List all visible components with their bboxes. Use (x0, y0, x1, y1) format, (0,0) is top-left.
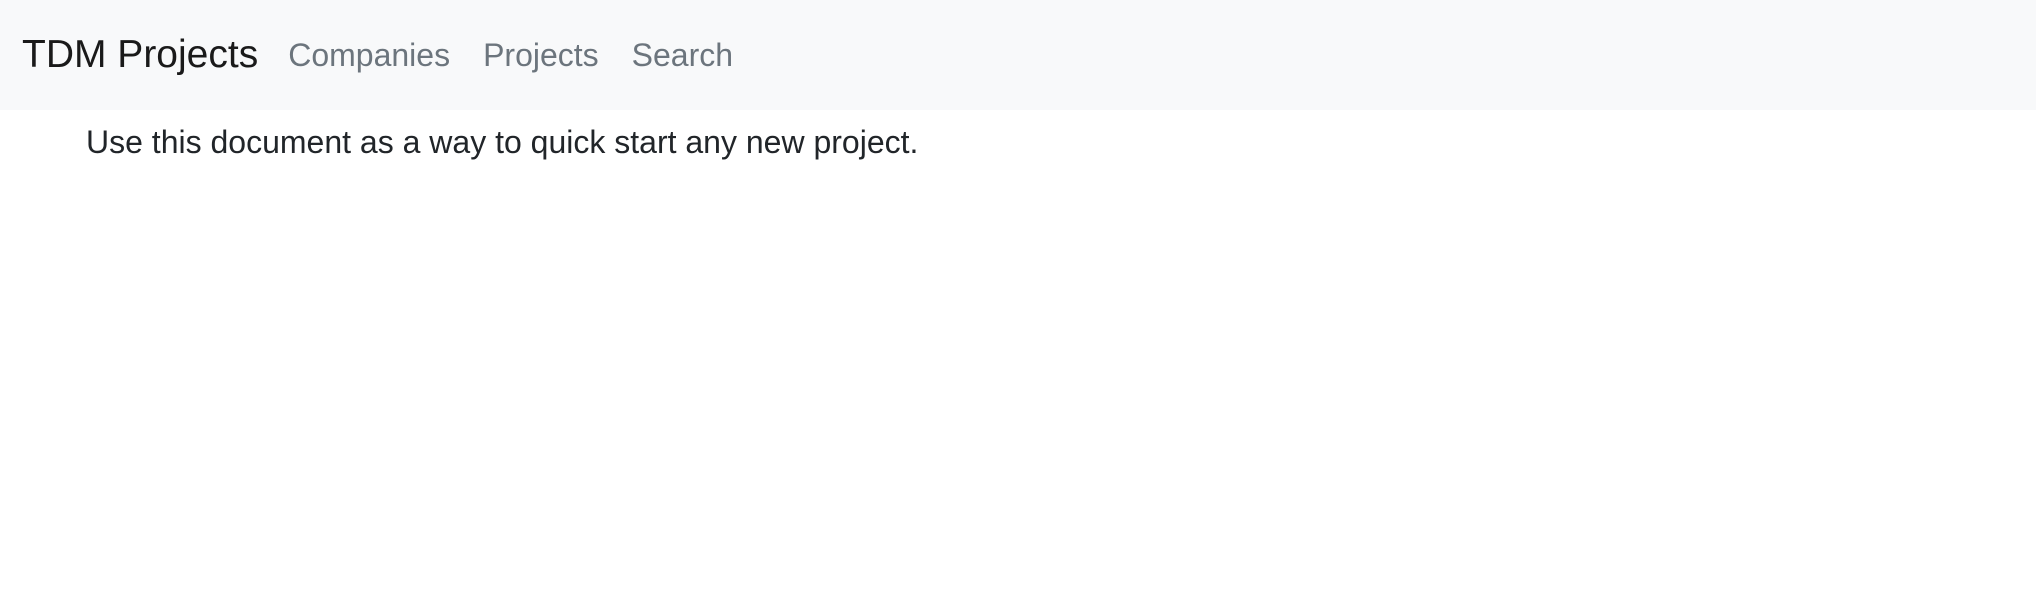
top-navbar: TDM Projects Companies Projects Search (0, 0, 2036, 110)
nav-links: Companies Projects Search (288, 37, 733, 74)
nav-link-search[interactable]: Search (632, 37, 733, 74)
brand-link[interactable]: TDM Projects (22, 33, 258, 77)
nav-link-companies[interactable]: Companies (288, 37, 450, 74)
intro-text: Use this document as a way to quick star… (86, 124, 919, 160)
nav-link-projects[interactable]: Projects (483, 37, 599, 74)
